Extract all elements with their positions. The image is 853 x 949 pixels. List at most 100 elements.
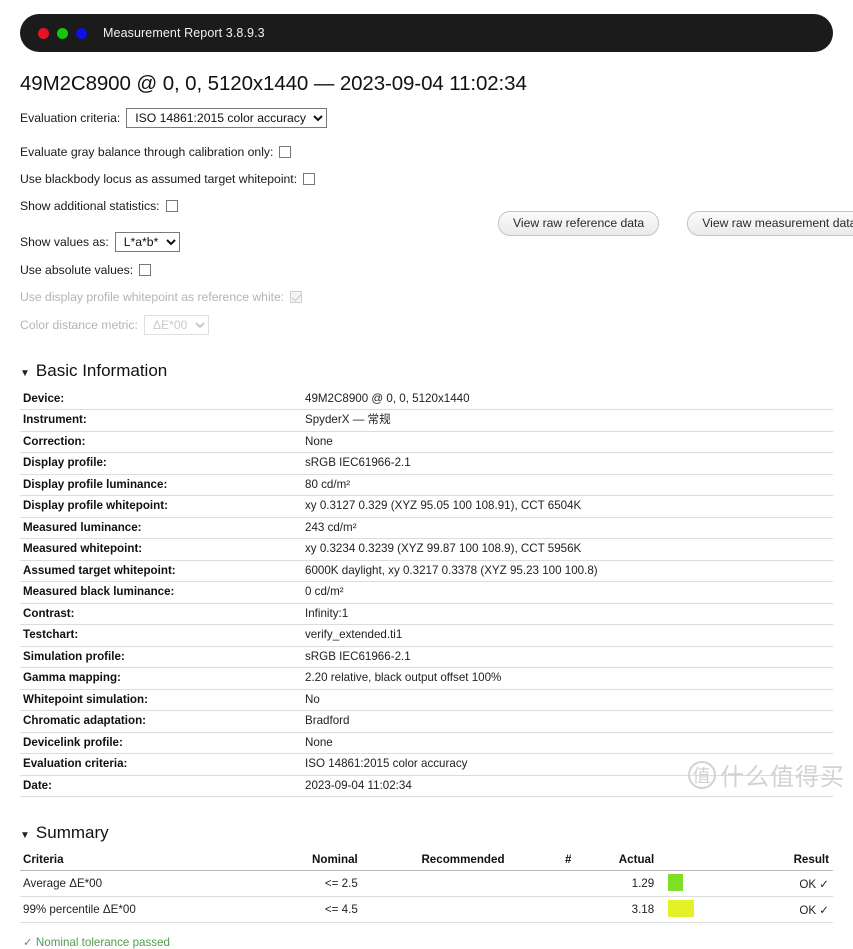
table-row: Gamma mapping: 2.20 relative, black outpu…	[20, 667, 833, 690]
summary-thead: Criteria Nominal Recommended # Actual Re…	[20, 851, 833, 872]
maximize-dot-icon[interactable]	[76, 27, 87, 39]
table-row: Simulation profile: sRGB IEC61966-2.1	[20, 646, 833, 669]
gray-balance-checkbox[interactable]	[279, 146, 292, 158]
blackbody-locus-checkbox[interactable]	[303, 173, 316, 185]
summary-recommended	[361, 896, 509, 924]
gray-balance-row: Evaluate gray balance through calibratio…	[20, 143, 833, 161]
summary-bar-cell	[658, 870, 755, 898]
info-key: Whitepoint simulation:	[20, 689, 302, 712]
info-value: Bradford	[302, 710, 833, 733]
info-value: 243 cd/m²	[302, 517, 833, 540]
summary-nominal: <= 2.5	[259, 870, 362, 898]
basic-information-tbody: Device: 49M2C8900 @ 0, 0, 5120x1440 Instru…	[20, 389, 833, 798]
info-key: Measured black luminance:	[20, 581, 302, 604]
table-row: Contrast: Infinity:1	[20, 603, 833, 626]
info-key: Assumed target whitepoint:	[20, 560, 302, 583]
summary-col-recommended: Recommended	[361, 851, 509, 872]
deviation-bar	[668, 900, 695, 918]
info-value: xy 0.3127 0.329 (XYZ 95.05 100 108.91), …	[302, 495, 833, 518]
table-row: Display profile luminance: 80 cd/m²	[20, 474, 833, 497]
summary-criteria: Average ΔE*00	[20, 870, 260, 898]
info-value: None	[302, 732, 833, 755]
table-row: Average ΔE*00 <= 2.5 1.29 OK ✓	[20, 870, 833, 898]
table-row: Whitepoint simulation: No	[20, 689, 833, 712]
info-value: 80 cd/m²	[302, 474, 833, 497]
color-distance-metric-label: Color distance metric:	[20, 318, 138, 332]
info-key: Correction:	[20, 431, 302, 454]
info-key: Contrast:	[20, 603, 302, 626]
show-values-select[interactable]: L*a*b*	[114, 232, 180, 252]
info-key: Testchart:	[20, 624, 302, 647]
summary-table: Criteria Nominal Recommended # Actual Re…	[20, 851, 833, 924]
display-profile-whitepoint-label: Use display profile whitepoint as refere…	[20, 290, 285, 304]
info-value: 6000K daylight, xy 0.3217 0.3378 (XYZ 95…	[302, 560, 833, 583]
table-row: Evaluation criteria: ISO 14861:2015 color…	[20, 753, 833, 776]
info-key: Gamma mapping:	[20, 667, 302, 690]
display-profile-whitepoint-row: Use display profile whitepoint as refere…	[20, 288, 833, 306]
summary-result: OK ✓	[754, 870, 833, 898]
info-key: Device:	[20, 389, 302, 411]
window-title: Measurement Report 3.8.9.3	[103, 26, 265, 40]
info-value: Infinity:1	[302, 603, 833, 626]
window-titlebar: Measurement Report 3.8.9.3	[20, 14, 833, 52]
info-value: sRGB IEC61966-2.1	[302, 646, 833, 669]
table-row: Measured whitepoint: xy 0.3234 0.3239 (XY…	[20, 538, 833, 561]
summary-actual: 1.29	[575, 870, 659, 898]
table-row: Device: 49M2C8900 @ 0, 0, 5120x1440	[20, 389, 833, 411]
info-value: No	[302, 689, 833, 712]
summary-result: OK ✓	[754, 896, 833, 924]
color-distance-metric-row: Color distance metric: ΔE*00	[20, 315, 833, 335]
table-row: 99% percentile ΔE*00 <= 4.5 3.18 OK ✓	[20, 896, 833, 924]
absolute-values-label: Use absolute values:	[20, 263, 134, 277]
minimize-dot-icon[interactable]	[57, 27, 68, 39]
info-value: 49M2C8900 @ 0, 0, 5120x1440	[302, 389, 833, 411]
table-row: Measured black luminance: 0 cd/m²	[20, 581, 833, 604]
table-row: Display profile: sRGB IEC61966-2.1	[20, 452, 833, 475]
titlebar-container: Measurement Report 3.8.9.3	[0, 0, 853, 52]
table-row: Assumed target whitepoint: 6000K daylight…	[20, 560, 833, 583]
absolute-values-checkbox[interactable]	[139, 264, 152, 276]
info-value: 2.20 relative, black output offset 100%	[302, 667, 833, 690]
collapse-caret-icon[interactable]: ▼	[20, 368, 30, 379]
view-raw-measurement-data-button[interactable]: View raw measurement data	[687, 211, 853, 236]
summary-col-criteria: Criteria	[20, 851, 260, 872]
summary-col-actual: Actual	[575, 851, 659, 872]
basic-information-heading[interactable]: ▼ Basic Information	[20, 361, 833, 381]
summary-heading[interactable]: ▼ Summary	[20, 823, 833, 843]
raw-data-buttons: View raw reference data View raw measure…	[498, 211, 853, 236]
view-raw-reference-data-button[interactable]: View raw reference data	[498, 211, 660, 236]
collapse-caret-icon[interactable]: ▼	[20, 830, 30, 841]
summary-criteria: 99% percentile ΔE*00	[20, 896, 260, 924]
info-key: Chromatic adaptation:	[20, 710, 302, 733]
info-key: Date:	[20, 775, 302, 798]
summary-bar-cell	[658, 896, 755, 924]
info-key: Display profile:	[20, 452, 302, 475]
table-row: Devicelink profile: None	[20, 732, 833, 755]
table-row: Date: 2023-09-04 11:02:34	[20, 775, 833, 798]
summary-nominal: <= 4.5	[259, 896, 362, 924]
page-title: 49M2C8900 @ 0, 0, 5120x1440 — 2023-09-04…	[20, 72, 527, 95]
summary-col-nominal: Nominal	[259, 851, 362, 872]
info-key: Instrument:	[20, 409, 302, 432]
additional-statistics-label: Show additional statistics:	[20, 199, 160, 213]
evaluation-criteria-select[interactable]: ISO 14861:2015 color accuracy	[126, 108, 328, 128]
table-row: Testchart: verify_extended.ti1	[20, 624, 833, 647]
summary-tbody: Average ΔE*00 <= 2.5 1.29 OK ✓ 99% percentil…	[20, 870, 833, 924]
table-row: Correction: None	[20, 431, 833, 454]
basic-information-table: Device: 49M2C8900 @ 0, 0, 5120x1440 Instru…	[20, 389, 833, 798]
info-key: Simulation profile:	[20, 646, 302, 669]
info-key: Devicelink profile:	[20, 732, 302, 755]
table-row: Chromatic adaptation: Bradford	[20, 710, 833, 733]
show-values-label: Show values as:	[20, 235, 109, 249]
info-value: verify_extended.ti1	[302, 624, 833, 647]
gray-balance-label: Evaluate gray balance through calibratio…	[20, 145, 274, 159]
additional-statistics-checkbox[interactable]	[165, 200, 178, 212]
info-value: 0 cd/m²	[302, 581, 833, 604]
display-profile-whitepoint-checkbox	[290, 291, 303, 303]
color-distance-metric-select: ΔE*00	[143, 315, 209, 335]
summary-col-result: Result	[754, 851, 833, 872]
close-dot-icon[interactable]	[38, 27, 49, 39]
info-value: 2023-09-04 11:02:34	[302, 775, 833, 798]
evaluation-criteria-label: Evaluation criteria:	[20, 111, 121, 125]
info-key: Evaluation criteria:	[20, 753, 302, 776]
